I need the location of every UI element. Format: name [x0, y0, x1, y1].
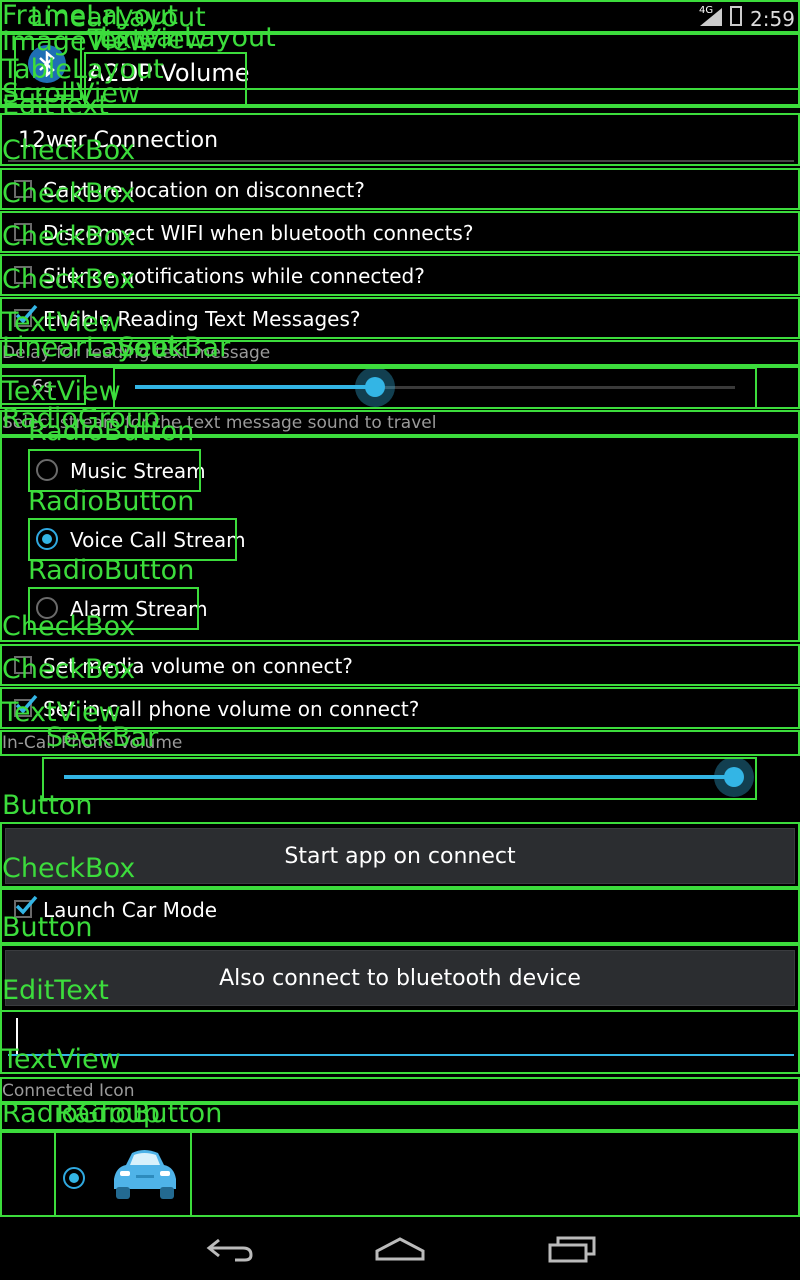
disconnect-wifi-checkbox[interactable]: Disconnect WIFI when bluetooth connects?	[0, 211, 800, 253]
set-media-volume-box[interactable]	[14, 656, 32, 674]
set-media-volume-label: Set media volume on connect?	[43, 654, 353, 678]
bluetooth-icon	[28, 45, 66, 83]
also-connect-button[interactable]: Also connect to bluetooth device	[5, 950, 795, 1006]
input-underline	[8, 1054, 794, 1056]
music-stream-radio[interactable]: Music Stream	[28, 449, 206, 491]
status-time: 2:59	[750, 7, 795, 31]
delay-value: 6s	[32, 376, 53, 397]
connection-name-underline	[8, 160, 794, 162]
connected-icon-label: Connected Icon	[2, 1081, 135, 1101]
checkmark-icon	[14, 693, 38, 719]
disconnect-wifi-label: Disconnect WIFI when bluetooth connects?	[43, 221, 474, 245]
alarm-stream-label: Alarm Stream	[70, 597, 208, 621]
stream-radio-group: Music Stream Voice Call Stream Alarm Str…	[0, 436, 800, 642]
silence-notifications-checkbox[interactable]: Silence notifications while connected?	[0, 254, 800, 296]
connected-icon-radio-circle[interactable]	[63, 1167, 85, 1189]
battery-icon	[730, 6, 742, 26]
reading-texts-label: Enable Reading Text Messages?	[43, 307, 361, 331]
delay-seekbar-thumb[interactable]	[355, 367, 395, 407]
incall-volume-label: In-Call Phone Volume	[2, 733, 183, 753]
set-incall-volume-checkbox[interactable]: Set in-call phone volume on connect?	[0, 687, 800, 729]
voice-call-stream-radio[interactable]: Voice Call Stream	[28, 518, 246, 560]
silence-notifications-label: Silence notifications while connected?	[43, 264, 425, 288]
music-stream-label: Music Stream	[70, 459, 206, 483]
delay-label: Delay for reading text message	[2, 343, 271, 363]
overlay-label: RadioButton	[56, 1098, 223, 1129]
incall-volume-seekbar-thumb[interactable]	[714, 757, 754, 797]
navigation-bar	[0, 1217, 800, 1280]
capture-location-box[interactable]	[14, 180, 32, 198]
connection-name[interactable]: 12wer Connection	[18, 130, 218, 152]
incall-volume-seekbar-fill	[64, 775, 734, 779]
back-icon[interactable]	[205, 1236, 255, 1266]
car-icon	[106, 1145, 182, 1207]
set-incall-volume-label: Set in-call phone volume on connect?	[43, 697, 420, 721]
bluetooth-device-input[interactable]	[0, 1010, 800, 1074]
capture-location-checkbox[interactable]: Capture location on disconnect?	[0, 168, 800, 210]
stream-label: Select stream for the text message sound…	[2, 413, 437, 433]
silence-notifications-box[interactable]	[14, 266, 32, 284]
overlay-box	[0, 1103, 800, 1131]
launch-car-mode-label: Launch Car Mode	[43, 898, 218, 922]
voice-call-stream-label: Voice Call Stream	[70, 528, 246, 552]
home-icon[interactable]	[374, 1235, 426, 1265]
disconnect-wifi-box[interactable]	[14, 223, 32, 241]
recent-apps-icon[interactable]	[548, 1235, 596, 1267]
status-bar: 4G 2:59	[0, 0, 800, 33]
app-header: A2DP Volume	[0, 33, 800, 106]
set-media-volume-checkbox[interactable]: Set media volume on connect?	[0, 644, 800, 686]
launch-car-mode-checkbox[interactable]: Launch Car Mode	[0, 888, 800, 930]
text-cursor	[16, 1018, 18, 1056]
checkmark-icon	[14, 303, 38, 329]
start-app-button[interactable]: Start app on connect	[5, 828, 795, 884]
checkmark-icon	[14, 894, 38, 920]
delay-seekbar[interactable]	[115, 367, 755, 407]
header-title: A2DP Volume	[88, 59, 250, 87]
reading-texts-checkbox[interactable]: Enable Reading Text Messages?	[0, 297, 800, 339]
voice-call-stream-radio-circle[interactable]	[36, 528, 58, 550]
alarm-stream-radio[interactable]: Alarm Stream	[28, 587, 208, 629]
connected-icon-radio-group	[0, 1131, 800, 1217]
delay-seekbar-fill	[135, 385, 375, 389]
music-stream-radio-circle[interactable]	[36, 459, 58, 481]
network-type-label: 4G	[699, 5, 714, 16]
overlay-label: TextView	[2, 376, 121, 407]
connected-icon-radio[interactable]	[54, 1131, 191, 1217]
incall-volume-seekbar[interactable]	[44, 757, 756, 797]
overlay-label: RadioGroup	[2, 1098, 161, 1129]
capture-location-label: Capture location on disconnect?	[43, 178, 365, 202]
alarm-stream-radio-circle[interactable]	[36, 597, 58, 619]
